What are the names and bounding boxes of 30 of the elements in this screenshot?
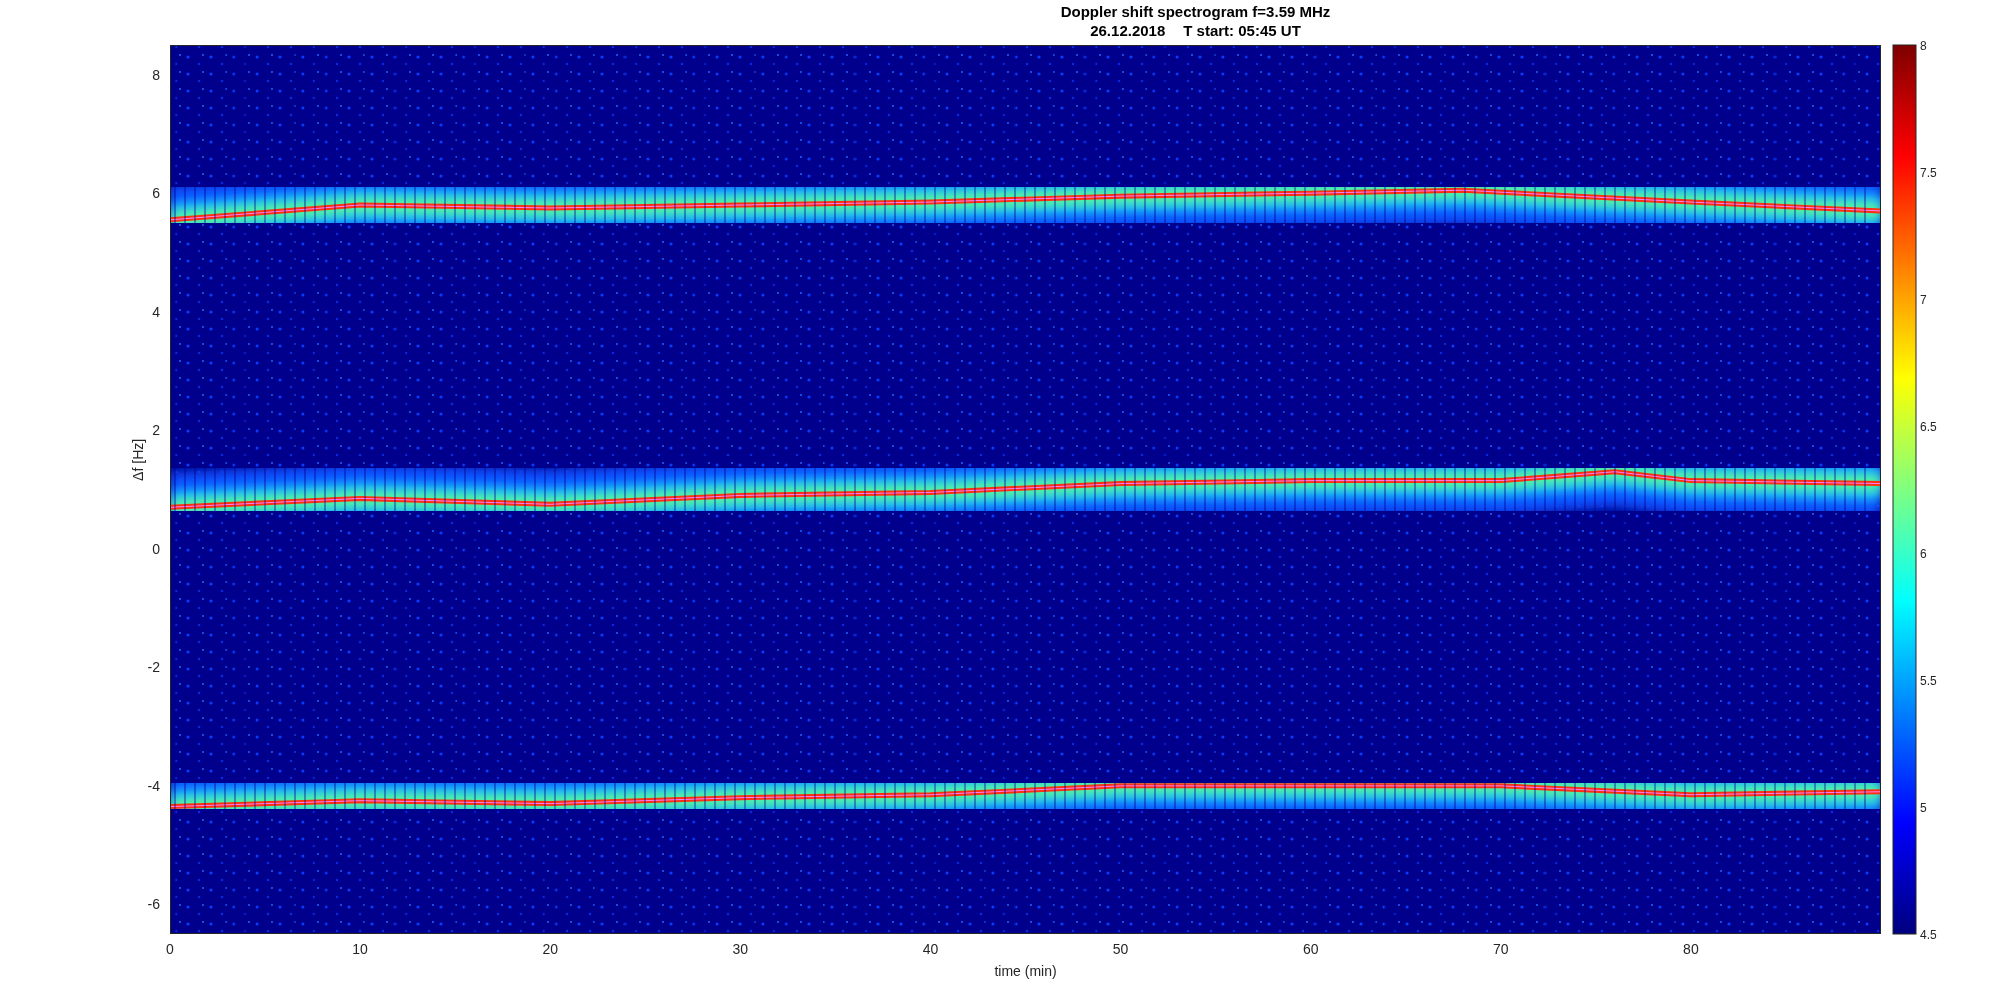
y-tick-label: -2 [147,659,160,676]
y-tick-label: 6 [152,185,160,202]
colorbar-tick-label: 6 [1920,547,1927,561]
colorbar-tick-label: 6.5 [1920,420,1937,434]
y-tick-label: 8 [152,66,160,83]
x-tick-label: 70 [1493,941,1509,957]
x-tick-label: 40 [922,941,939,957]
x-tick-label: 80 [1683,941,1699,957]
chart-subtitle: T start: 05:45 UT [1183,21,1301,40]
x-tick-label: 0 [166,941,174,957]
x-tick-label: 10 [352,941,368,957]
y-axis-label: Δf [Hz] [130,438,146,481]
x-axis-label: time (min) [994,963,1057,979]
colorbar-tick-label: 5 [1920,801,1927,815]
colorbar-tick-label: 4.5 [1920,928,1937,942]
colorbar-tick-label: 7.5 [1920,166,1937,180]
colorbar-tick-label: 8 [1920,39,1927,53]
y-tick-label: 0 [152,540,160,557]
x-tick-label: 50 [1112,941,1129,957]
chart-subtitle: 26.12.2018 [1090,21,1166,40]
x-tick-label: 30 [732,941,749,957]
chart-title: Doppler shift spectrogram f=3.59 MHz [1060,2,1331,21]
x-tick-label: 20 [542,941,558,957]
y-tick-label: 2 [152,422,160,439]
colorbar-tick-label: 5.5 [1920,674,1937,688]
y-tick-label: -6 [147,896,160,913]
y-tick-label: 4 [152,303,160,320]
colorbar-tick-label: 7 [1920,293,1927,307]
x-tick-label: 60 [1302,941,1319,957]
y-tick-label: -4 [147,777,160,794]
